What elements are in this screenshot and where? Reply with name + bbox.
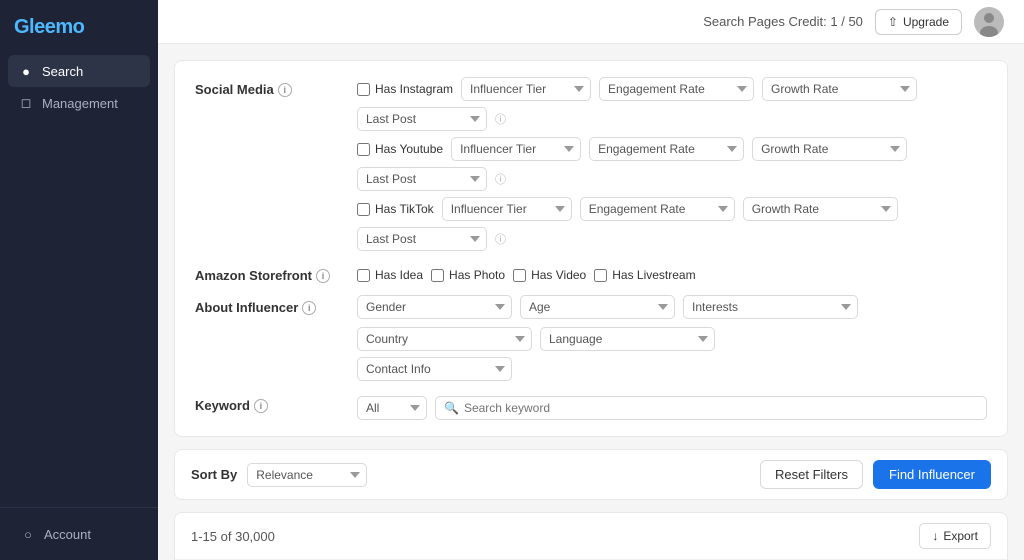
has-livestream-checkbox[interactable]: Has Livestream bbox=[594, 268, 695, 282]
sidebar: Gleemo ● Search ◻ Management ○ Account bbox=[0, 0, 158, 560]
sidebar-nav: ● Search ◻ Management bbox=[0, 51, 158, 507]
instagram-last-post-select[interactable]: Last Post bbox=[357, 107, 487, 131]
account-item[interactable]: ○ Account bbox=[10, 520, 148, 548]
keyword-search-input[interactable] bbox=[464, 401, 978, 415]
age-select[interactable]: Age bbox=[520, 295, 675, 319]
sidebar-item-management[interactable]: ◻ Management bbox=[8, 87, 150, 119]
export-button[interactable]: ↓ Export bbox=[919, 523, 991, 549]
amazon-controls: Has Idea Has Photo Has Video Has Livestr… bbox=[357, 263, 696, 282]
interests-select[interactable]: Interests bbox=[683, 295, 858, 319]
sidebar-item-search[interactable]: ● Search bbox=[8, 55, 150, 87]
keyword-row: Keyword i All 🔍 bbox=[195, 393, 987, 420]
social-media-info-icon: i bbox=[278, 83, 292, 97]
social-media-controls: Has Instagram Influencer Tier Engagement… bbox=[357, 77, 987, 251]
about-influencer-label: About Influencer i bbox=[195, 295, 345, 315]
avatar[interactable] bbox=[974, 7, 1004, 37]
instagram-checkbox-input[interactable] bbox=[357, 83, 370, 96]
about-influencer-row: About Influencer i Gender Age Interests bbox=[195, 295, 987, 381]
amazon-label: Amazon Storefront i bbox=[195, 263, 345, 283]
has-tiktok-checkbox[interactable]: Has TikTok bbox=[357, 202, 434, 216]
sidebar-item-search-label: Search bbox=[42, 64, 83, 79]
about-controls: Gender Age Interests Country Language bbox=[357, 295, 987, 381]
keyword-label: Keyword i bbox=[195, 393, 345, 413]
tiktok-engagement-select[interactable]: Engagement Rate bbox=[580, 197, 735, 221]
youtube-last-post-info: ⓘ bbox=[495, 171, 506, 187]
keyword-search-icon: 🔍 bbox=[444, 401, 459, 415]
folder-icon: ◻ bbox=[18, 95, 34, 111]
has-youtube-checkbox[interactable]: Has Youtube bbox=[357, 142, 443, 156]
sidebar-bottom: ○ Account bbox=[0, 507, 158, 560]
sort-left: Sort By Relevance bbox=[191, 463, 367, 487]
tiktok-checkbox-input[interactable] bbox=[357, 203, 370, 216]
has-photo-checkbox[interactable]: Has Photo bbox=[431, 268, 505, 282]
instagram-filter-row: Has Instagram Influencer Tier Engagement… bbox=[357, 77, 987, 101]
sort-bar: Sort By Relevance Reset Filters Find Inf… bbox=[174, 449, 1008, 500]
upgrade-button[interactable]: ⇧ Upgrade bbox=[875, 9, 962, 35]
credit-text: Search Pages Credit: 1 / 50 bbox=[703, 14, 863, 29]
upgrade-icon: ⇧ bbox=[888, 15, 898, 29]
has-instagram-checkbox[interactable]: Has Instagram bbox=[357, 82, 453, 96]
upgrade-label: Upgrade bbox=[903, 15, 949, 29]
account-label: Account bbox=[44, 527, 91, 542]
export-icon: ↓ bbox=[932, 529, 938, 543]
youtube-checkbox-input[interactable] bbox=[357, 143, 370, 156]
amazon-storefront-row: Amazon Storefront i Has Idea Has Photo H… bbox=[195, 263, 987, 283]
instagram-last-post-info: ⓘ bbox=[495, 111, 506, 127]
main-area: Search Pages Credit: 1 / 50 ⇧ Upgrade So… bbox=[158, 0, 1024, 560]
keyword-type-select[interactable]: All bbox=[357, 396, 427, 420]
youtube-tier-select[interactable]: Influencer Tier bbox=[451, 137, 581, 161]
contact-info-select[interactable]: Contact Info bbox=[357, 357, 512, 381]
instagram-engagement-select[interactable]: Engagement Rate bbox=[599, 77, 754, 101]
results-header: 1-15 of 30,000 ↓ Export bbox=[175, 513, 1007, 560]
tiktok-filter-row: Has TikTok Influencer Tier Engagement Ra… bbox=[357, 197, 987, 221]
find-influencer-button[interactable]: Find Influencer bbox=[873, 460, 991, 489]
country-select[interactable]: Country bbox=[357, 327, 532, 351]
social-media-row: Social Media i Has Instagram Influencer … bbox=[195, 77, 987, 251]
youtube-last-post-select[interactable]: Last Post bbox=[357, 167, 487, 191]
amazon-info-icon: i bbox=[316, 269, 330, 283]
about-info-icon: i bbox=[302, 301, 316, 315]
video-checkbox-input[interactable] bbox=[513, 269, 526, 282]
search-icon: ● bbox=[18, 63, 34, 79]
has-video-checkbox[interactable]: Has Video bbox=[513, 268, 586, 282]
youtube-last-post-row: Last Post ⓘ bbox=[357, 167, 987, 191]
reset-filters-button[interactable]: Reset Filters bbox=[760, 460, 863, 489]
tiktok-last-post-select[interactable]: Last Post bbox=[357, 227, 487, 251]
gender-select[interactable]: Gender bbox=[357, 295, 512, 319]
keyword-search-box[interactable]: 🔍 bbox=[435, 396, 987, 420]
tiktok-growth-select[interactable]: Growth Rate bbox=[743, 197, 898, 221]
tiktok-last-post-row: Last Post ⓘ bbox=[357, 227, 987, 251]
app-logo: Gleemo bbox=[0, 0, 158, 51]
photo-checkbox-input[interactable] bbox=[431, 269, 444, 282]
sort-right: Reset Filters Find Influencer bbox=[760, 460, 991, 489]
youtube-filter-row: Has Youtube Influencer Tier Engagement R… bbox=[357, 137, 987, 161]
keyword-controls: All 🔍 bbox=[357, 393, 987, 420]
idea-checkbox-input[interactable] bbox=[357, 269, 370, 282]
content-area: Social Media i Has Instagram Influencer … bbox=[158, 44, 1024, 560]
about-row1: Gender Age Interests Country Language bbox=[357, 295, 987, 351]
youtube-engagement-select[interactable]: Engagement Rate bbox=[589, 137, 744, 161]
about-row2: Contact Info bbox=[357, 357, 987, 381]
account-icon: ○ bbox=[20, 526, 36, 542]
livestream-checkbox-input[interactable] bbox=[594, 269, 607, 282]
topbar: Search Pages Credit: 1 / 50 ⇧ Upgrade bbox=[158, 0, 1024, 44]
results-card: 1-15 of 30,000 ↓ Export Influencer Name … bbox=[174, 512, 1008, 560]
instagram-last-post-row: Last Post ⓘ bbox=[357, 107, 987, 131]
results-count: 1-15 of 30,000 bbox=[191, 529, 275, 544]
instagram-growth-select[interactable]: Growth Rate bbox=[762, 77, 917, 101]
filter-card: Social Media i Has Instagram Influencer … bbox=[174, 60, 1008, 437]
youtube-growth-select[interactable]: Growth Rate bbox=[752, 137, 907, 161]
sidebar-item-management-label: Management bbox=[42, 96, 118, 111]
export-label: Export bbox=[943, 529, 978, 543]
instagram-tier-select[interactable]: Influencer Tier bbox=[461, 77, 591, 101]
sort-by-label: Sort By bbox=[191, 467, 237, 482]
tiktok-tier-select[interactable]: Influencer Tier bbox=[442, 197, 572, 221]
tiktok-last-post-info: ⓘ bbox=[495, 231, 506, 247]
social-media-label: Social Media i bbox=[195, 77, 345, 97]
sort-select[interactable]: Relevance bbox=[247, 463, 367, 487]
has-idea-checkbox[interactable]: Has Idea bbox=[357, 268, 423, 282]
language-select[interactable]: Language bbox=[540, 327, 715, 351]
keyword-info-icon: i bbox=[254, 399, 268, 413]
